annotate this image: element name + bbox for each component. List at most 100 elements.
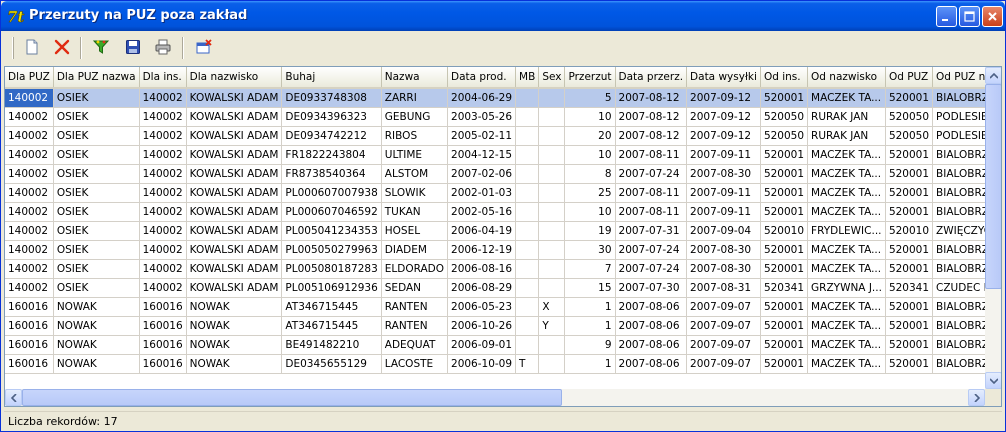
table-cell[interactable]: DE0933748308 [281,88,382,108]
table-cell[interactable]: 520001 [760,202,809,222]
table-cell[interactable]: 140002 [5,202,54,222]
table-cell[interactable]: 2006-04-19 [447,221,517,241]
table-cell[interactable]: 520001 [760,240,809,260]
table-cell[interactable]: BIALOBRZ [932,259,985,279]
table-cell[interactable]: FR8738540364 [281,164,382,184]
table-cell[interactable]: KOWALSKI ADAM [186,240,283,260]
table-cell[interactable]: OSIEK [53,145,140,165]
table-row[interactable]: 140002 OSIEK 140002 KOWALSKI ADAM PL00508018… [5,259,985,279]
column-header[interactable]: MB [515,67,540,89]
table-cell[interactable]: 520001 [760,259,809,279]
table-cell[interactable]: 2006-10-26 [447,316,517,336]
table-row[interactable]: 140002 OSIEK 140002 KOWALSKI ADAM DE09343963… [5,107,985,127]
table-cell[interactable] [538,107,566,127]
table-cell[interactable]: SEDAN [381,278,449,298]
table-cell[interactable]: MACZEK TA... [807,240,886,260]
table-cell[interactable] [538,202,566,222]
horizontal-scrollbar[interactable] [5,389,985,406]
table-cell[interactable]: T [515,354,540,374]
table-cell[interactable]: MACZEK TA... [807,335,886,355]
table-cell[interactable]: 2007-09-07 [686,335,761,355]
table-cell[interactable] [538,183,566,203]
table-cell[interactable]: PL000607007938 [281,183,382,203]
table-cell[interactable]: PL005041234353 [281,221,382,241]
table-cell[interactable]: OSIEK [53,107,140,127]
table-cell[interactable]: 520050 [885,126,934,146]
table-row[interactable]: 140002 OSIEK 140002 KOWALSKI ADAM FR18222438… [5,145,985,165]
table-cell[interactable]: 520050 [760,126,809,146]
table-cell[interactable] [515,126,540,146]
table-row[interactable]: 160016 NOWAK 160016 NOWAK DE0345655129 LACOST… [5,354,985,374]
table-row[interactable]: 140002 OSIEK 140002 KOWALSKI ADAM PL00510691… [5,278,985,298]
horizontal-scroll-thumb[interactable] [22,389,562,406]
table-cell[interactable]: 2007-09-04 [686,221,761,241]
table-cell[interactable]: 19 [564,221,616,241]
vertical-scroll-thumb[interactable] [985,84,1001,289]
scroll-right-icon[interactable] [968,389,985,406]
table-cell[interactable] [515,164,540,184]
table-cell[interactable]: MACZEK TA... [807,297,886,317]
table-row[interactable]: 160016 NOWAK 160016 NOWAK AT346715445 RANTEN 2… [5,316,985,336]
table-cell[interactable]: KOWALSKI ADAM [186,107,283,127]
table-cell[interactable]: OSIEK [53,164,140,184]
table-cell[interactable]: 1 [564,297,616,317]
table-cell[interactable]: OSIEK [53,202,140,222]
close-icon[interactable] [982,6,1003,27]
table-cell[interactable]: 2004-06-29 [447,88,517,108]
table-cell[interactable]: MACZEK TA... [807,183,886,203]
table-cell[interactable]: KOWALSKI ADAM [186,278,283,298]
table-cell[interactable]: 10 [564,145,616,165]
table-cell[interactable]: 1 [564,316,616,336]
column-header[interactable]: Od PUZ na [932,67,985,89]
table-cell[interactable]: 2007-08-30 [686,240,761,260]
table-cell[interactable]: 2007-08-11 [615,145,688,165]
table-cell[interactable]: 2007-09-07 [686,354,761,374]
table-cell[interactable]: OSIEK [53,88,140,108]
scroll-down-icon[interactable] [985,372,1001,389]
table-cell[interactable]: 160016 [5,335,54,355]
table-cell[interactable]: 520001 [760,316,809,336]
table-cell[interactable]: 160016 [139,354,187,374]
table-cell[interactable] [515,335,540,355]
table-cell[interactable]: 2007-07-24 [615,259,688,279]
table-cell[interactable]: 140002 [5,240,54,260]
scroll-up-icon[interactable] [985,67,1001,84]
table-cell[interactable] [538,221,566,241]
table-cell[interactable]: KOWALSKI ADAM [186,259,283,279]
toolbar-grip[interactable] [12,37,14,59]
table-cell[interactable] [515,145,540,165]
table-cell[interactable]: MACZEK TA... [807,88,886,108]
table-cell[interactable]: BIALOBRZ [932,240,985,260]
table-cell[interactable]: OSIEK [53,183,140,203]
table-cell[interactable]: 140002 [5,164,54,184]
table-cell[interactable]: 520050 [760,107,809,127]
table-cell[interactable] [538,259,566,279]
column-header[interactable]: Data przerz. [615,67,688,89]
table-cell[interactable]: NOWAK [186,316,283,336]
table-cell[interactable]: 520001 [760,88,809,108]
table-cell[interactable]: 2007-07-24 [615,164,688,184]
table-cell[interactable]: KOWALSKI ADAM [186,126,283,146]
table-cell[interactable]: Y [538,316,566,336]
table-cell[interactable]: 2007-08-06 [615,316,688,336]
table-row[interactable]: 140002 OSIEK 140002 KOWALSKI ADAM PL00505027… [5,240,985,260]
table-cell[interactable]: 2007-08-06 [615,335,688,355]
table-cell[interactable]: BIALOBRZ [932,316,985,336]
table-cell[interactable]: 2007-09-12 [686,88,761,108]
table-row[interactable]: 140002 OSIEK 140002 KOWALSKI ADAM PL00504123… [5,221,985,241]
column-header[interactable]: Dla PUZ [5,67,54,89]
table-cell[interactable]: 140002 [139,240,187,260]
table-cell[interactable]: X [538,297,566,317]
table-cell[interactable]: PL000607046592 [281,202,382,222]
table-cell[interactable] [515,259,540,279]
table-cell[interactable]: 520001 [885,354,934,374]
table-row[interactable]: 160016 NOWAK 160016 NOWAK AT346715445 RANTEN 2… [5,297,985,317]
table-cell[interactable]: NOWAK [186,297,283,317]
table-cell[interactable]: MACZEK TA... [807,202,886,222]
table-row[interactable]: 140002 OSIEK 140002 KOWALSKI ADAM DE09337483… [5,88,985,108]
table-cell[interactable]: KOWALSKI ADAM [186,88,283,108]
table-cell[interactable]: PL005050279963 [281,240,382,260]
table-row[interactable]: 160016 NOWAK 160016 NOWAK BE491482210 ADEQUAT… [5,335,985,355]
table-cell[interactable]: 2007-08-11 [615,202,688,222]
table-cell[interactable]: GEBUNG [381,107,449,127]
